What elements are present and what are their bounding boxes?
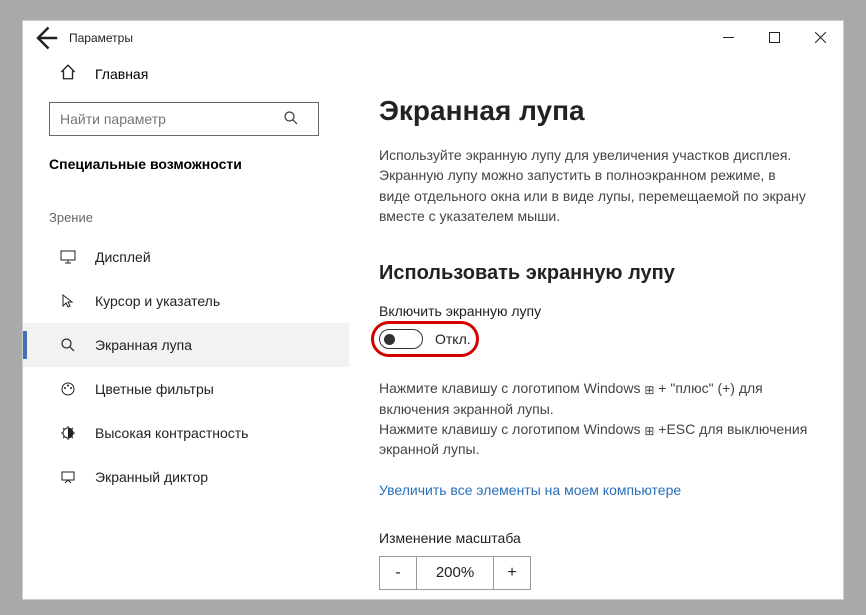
nav-item-color-filters[interactable]: Цветные фильтры (23, 367, 349, 411)
narrator-icon (59, 469, 77, 485)
nav-label: Экранный диктор (95, 469, 208, 485)
zoom-value: 200% (417, 556, 493, 590)
page-description: Используйте экранную лупу для увеличения… (379, 145, 809, 226)
group-label-vision: Зрение (23, 188, 349, 235)
zoom-section-label: Изменение масштаба (379, 530, 813, 546)
zoom-in-button[interactable]: + (493, 556, 531, 590)
nav-label: Дисплей (95, 249, 151, 265)
nav-item-display[interactable]: Дисплей (23, 235, 349, 279)
search-input[interactable] (49, 102, 319, 136)
nav-item-cursor[interactable]: Курсор и указатель (23, 279, 349, 323)
window-title: Параметры (69, 31, 133, 45)
close-button[interactable] (797, 21, 843, 53)
home-label: Главная (95, 66, 148, 82)
shortcut-hint: Нажмите клавишу с логотипом Windows ⊞ + … (379, 378, 809, 459)
titlebar: Параметры (23, 21, 843, 55)
nav-label: Цветные фильтры (95, 381, 214, 397)
back-button[interactable] (31, 24, 59, 52)
zoom-control: - 200% + (379, 556, 813, 590)
section-title: Специальные возможности (23, 150, 349, 188)
section-heading: Использовать экранную лупу (379, 262, 813, 285)
sidebar: Главная Специальные возможности Зрение Д… (23, 55, 349, 599)
nav-label: Курсор и указатель (95, 293, 220, 309)
search-box (49, 102, 329, 136)
page-heading: Экранная лупа (379, 95, 813, 127)
nav-label: Экранная лупа (95, 337, 192, 353)
settings-window: Параметры Главная Специальные возможност… (22, 20, 844, 600)
nav-label: Высокая контрастность (95, 425, 248, 441)
toggle-knob (384, 334, 395, 345)
cursor-icon (59, 293, 77, 309)
toggle-state-text: Откл. (435, 331, 471, 347)
window-controls (705, 21, 843, 53)
arrow-left-icon (31, 24, 59, 52)
nav-list: Дисплей Курсор и указатель Экранная лупа… (23, 235, 349, 499)
windows-logo-icon: ⊞ (644, 382, 654, 399)
contrast-icon (59, 425, 77, 441)
enlarge-everything-link[interactable]: Увеличить все элементы на моем компьютер… (379, 482, 681, 498)
home-icon (59, 63, 77, 84)
minimize-button[interactable] (705, 21, 751, 53)
nav-item-high-contrast[interactable]: Высокая контрастность (23, 411, 349, 455)
content-pane: Экранная лупа Используйте экранную лупу … (349, 55, 843, 599)
toggle-label: Включить экранную лупу (379, 303, 813, 319)
maximize-button[interactable] (751, 21, 797, 53)
home-nav[interactable]: Главная (23, 55, 349, 92)
nav-item-magnifier[interactable]: Экранная лупа (23, 323, 349, 367)
nav-item-narrator[interactable]: Экранный диктор (23, 455, 349, 499)
windows-logo-icon: ⊞ (644, 423, 654, 440)
monitor-icon (59, 249, 77, 265)
palette-icon (59, 381, 77, 397)
magnifier-icon (59, 337, 77, 353)
zoom-out-button[interactable]: - (379, 556, 417, 590)
magnifier-toggle-row: Откл. (379, 329, 471, 349)
magnifier-toggle[interactable] (379, 329, 423, 349)
